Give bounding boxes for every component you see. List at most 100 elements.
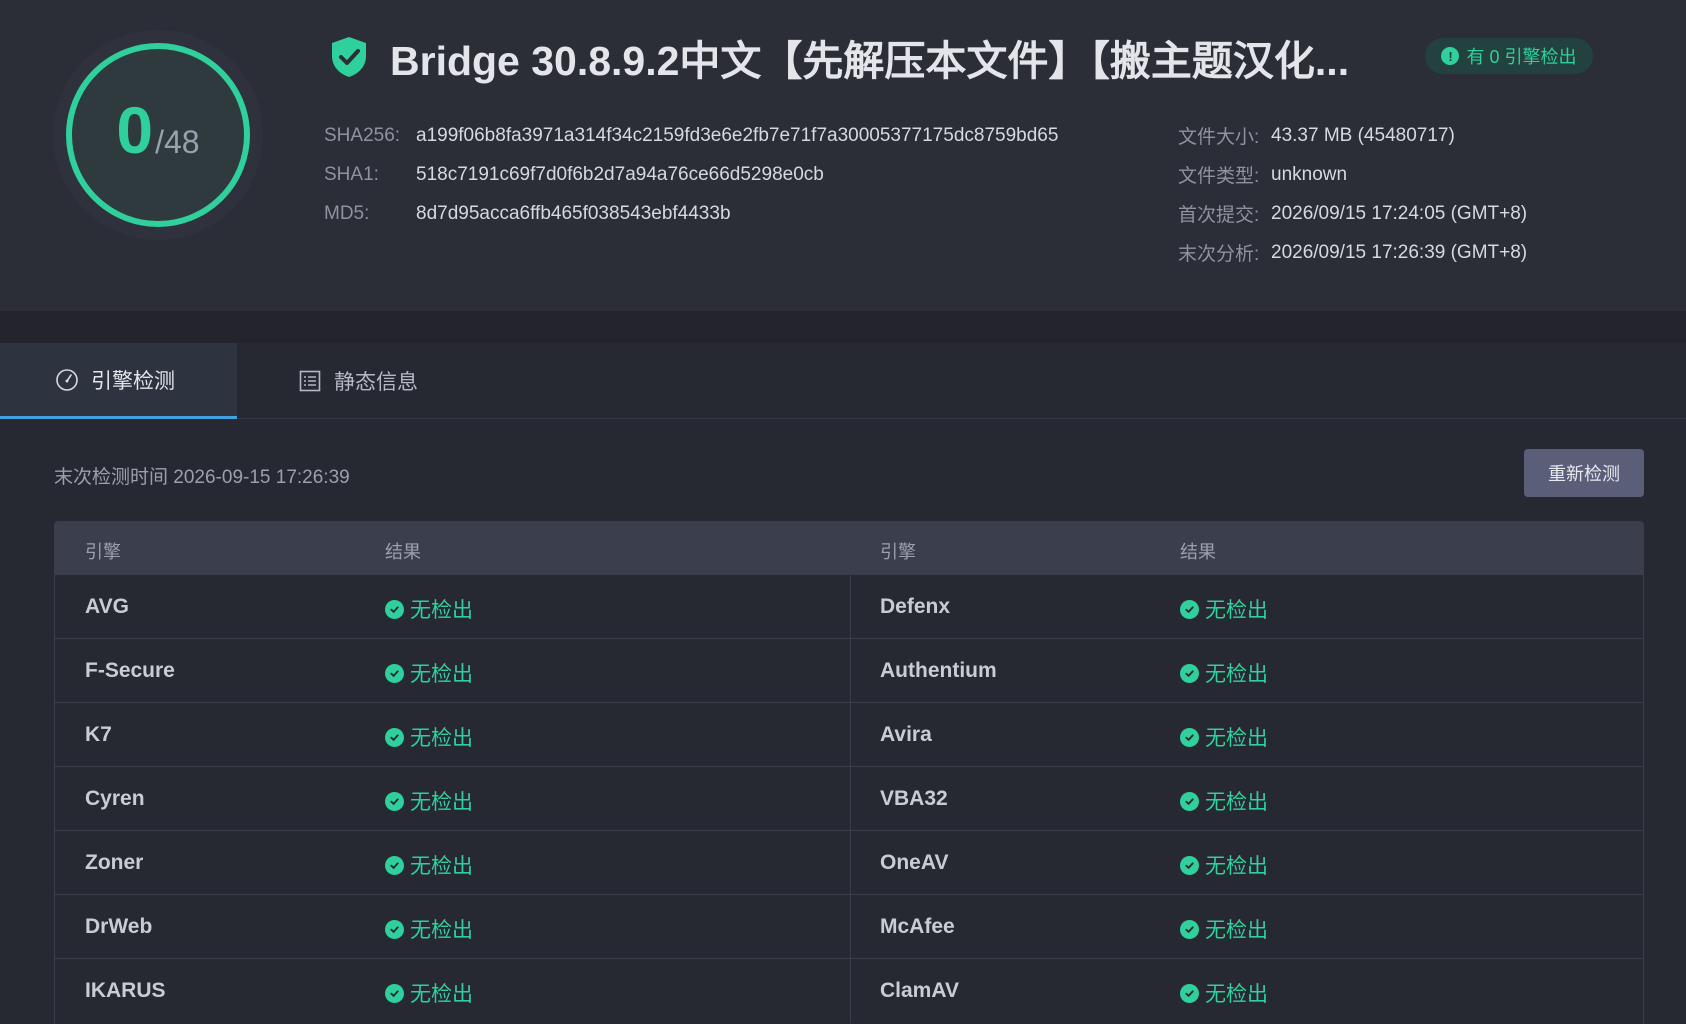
score-detected: 0 bbox=[116, 93, 154, 167]
hash-list: SHA256: a199f06b8fa3971a314f34c2159fd3e6… bbox=[324, 116, 1058, 233]
hash-key: SHA1: bbox=[324, 163, 379, 185]
tab-engine-detection[interactable]: 引擎检测 bbox=[0, 343, 237, 419]
tab-static-info[interactable]: 静态信息 bbox=[298, 343, 418, 419]
tab-bar: 引擎检测 静态信息 bbox=[0, 343, 1686, 419]
result-label: 无检出 bbox=[410, 855, 473, 878]
table-row: F-Secure 无检出 Authentium 无检出 bbox=[55, 638, 1643, 703]
meta-row-last-analysis: 末次分析: 2026/09/15 17:26:39 (GMT+8) bbox=[1178, 233, 1527, 272]
hash-row-sha256: SHA256: a199f06b8fa3971a314f34c2159fd3e6… bbox=[324, 116, 1058, 155]
check-circle-icon bbox=[385, 919, 404, 939]
hash-value: 8d7d95acca6ffb465f038543ebf4433b bbox=[416, 202, 731, 224]
check-circle-icon bbox=[1180, 983, 1199, 1003]
engine-name: Zoner bbox=[85, 851, 144, 874]
file-meta-list: 文件大小: 43.37 MB (45480717) 文件类型: unknown … bbox=[1178, 116, 1527, 272]
engine-name: IKARUS bbox=[85, 979, 166, 1002]
result-label: 无检出 bbox=[1205, 919, 1268, 942]
result-label: 无检出 bbox=[1205, 983, 1268, 1006]
meta-key: 末次分析: bbox=[1178, 244, 1260, 265]
alert-circle-icon: ! bbox=[1441, 47, 1460, 65]
meta-value: 2026/09/15 17:24:05 (GMT+8) bbox=[1271, 202, 1528, 224]
check-circle-icon bbox=[385, 855, 404, 875]
engine-name: K7 bbox=[85, 723, 112, 746]
engine-result: 无检出 bbox=[385, 786, 473, 816]
result-label: 无检出 bbox=[1205, 855, 1268, 878]
rescan-button[interactable]: 重新检测 bbox=[1524, 449, 1644, 497]
file-summary-header: 0 /48 Bridge 30.8.9.2中文【先解压本文件】【搬主题汉化...… bbox=[0, 0, 1686, 311]
detection-badge: ! 有 0 引擎检出 bbox=[1425, 38, 1593, 74]
col-result-right: 结果 bbox=[1180, 542, 1216, 562]
meta-row-first-submit: 首次提交: 2026/09/15 17:24:05 (GMT+8) bbox=[1178, 194, 1527, 233]
detection-score: 0 /48 bbox=[66, 43, 250, 227]
column-divider bbox=[850, 831, 851, 895]
engine-name: OneAV bbox=[880, 851, 949, 874]
col-result-left: 结果 bbox=[385, 542, 421, 562]
title-row: Bridge 30.8.9.2中文【先解压本文件】【搬主题汉化... bbox=[330, 32, 1370, 84]
column-divider bbox=[850, 575, 851, 639]
result-label: 无检出 bbox=[1205, 727, 1268, 750]
result-label: 无检出 bbox=[1205, 791, 1268, 814]
list-icon bbox=[299, 370, 321, 392]
result-label: 无检出 bbox=[410, 599, 473, 622]
engine-name: AVG bbox=[85, 595, 129, 618]
engine-result: 无检出 bbox=[385, 722, 473, 752]
engine-result: 无检出 bbox=[385, 594, 473, 624]
result-label: 无检出 bbox=[410, 983, 473, 1006]
engine-result: 无检出 bbox=[1180, 914, 1268, 944]
hash-row-sha1: SHA1: 518c7191c69f7d0f6b2d7a94a76ce66d52… bbox=[324, 155, 1058, 194]
table-row: Cyren 无检出 VBA32 无检出 bbox=[55, 766, 1643, 831]
engine-name: McAfee bbox=[880, 915, 955, 938]
engine-result: 无检出 bbox=[1180, 594, 1268, 624]
hash-key: SHA256: bbox=[324, 124, 401, 146]
table-header: 引擎 结果 引擎 结果 bbox=[55, 522, 1643, 574]
result-label: 无检出 bbox=[410, 919, 473, 942]
check-circle-icon bbox=[385, 599, 404, 619]
gauge-icon bbox=[56, 368, 78, 391]
engine-name: VBA32 bbox=[880, 787, 948, 810]
check-circle-icon bbox=[385, 983, 404, 1003]
meta-row-size: 文件大小: 43.37 MB (45480717) bbox=[1178, 116, 1527, 155]
column-divider bbox=[850, 895, 851, 959]
table-row: AVG 无检出 Defenx 无检出 bbox=[55, 574, 1643, 639]
check-circle-icon bbox=[385, 663, 404, 683]
badge-label: 有 0 引擎检出 bbox=[1466, 47, 1577, 67]
engine-name: Avira bbox=[880, 723, 932, 746]
result-label: 无检出 bbox=[1205, 663, 1268, 686]
engine-name: Cyren bbox=[85, 787, 145, 810]
engine-result: 无检出 bbox=[1180, 978, 1268, 1008]
engine-result: 无检出 bbox=[1180, 658, 1268, 688]
section-divider-band bbox=[0, 311, 1686, 343]
meta-key: 首次提交: bbox=[1178, 205, 1260, 226]
check-circle-icon bbox=[385, 791, 404, 811]
engine-result: 无检出 bbox=[385, 658, 473, 688]
table-row: Zoner 无检出 OneAV 无检出 bbox=[55, 830, 1643, 895]
last-scan-time: 末次检测时间 2026-09-15 17:26:39 bbox=[54, 467, 350, 488]
engine-name: F-Secure bbox=[85, 659, 175, 682]
check-circle-icon bbox=[1180, 855, 1199, 875]
result-label: 无检出 bbox=[410, 663, 473, 686]
engine-result: 无检出 bbox=[1180, 722, 1268, 752]
engine-name: DrWeb bbox=[85, 915, 153, 938]
check-circle-icon bbox=[385, 727, 404, 747]
table-row: DrWeb 无检出 McAfee 无检出 bbox=[55, 894, 1643, 959]
tab-label: 静态信息 bbox=[334, 371, 418, 394]
column-divider bbox=[850, 639, 851, 703]
check-circle-icon bbox=[1180, 663, 1199, 683]
shield-check-icon bbox=[332, 37, 366, 77]
file-title: Bridge 30.8.9.2中文【先解压本文件】【搬主题汉化... bbox=[390, 38, 1350, 84]
engine-result: 无检出 bbox=[385, 914, 473, 944]
hash-value: a199f06b8fa3971a314f34c2159fd3e6e2fb7e71… bbox=[416, 124, 1059, 146]
result-label: 无检出 bbox=[410, 791, 473, 814]
engine-name: Defenx bbox=[880, 595, 951, 618]
meta-row-type: 文件类型: unknown bbox=[1178, 155, 1527, 194]
score-total: /48 bbox=[155, 124, 200, 160]
hash-value: 518c7191c69f7d0f6b2d7a94a76ce66d5298e0cb bbox=[416, 163, 824, 185]
engine-name: Authentium bbox=[880, 659, 997, 682]
check-circle-icon bbox=[1180, 791, 1199, 811]
col-engine-left: 引擎 bbox=[85, 542, 121, 562]
engine-result: 无检出 bbox=[385, 850, 473, 880]
column-divider bbox=[850, 703, 851, 767]
table-row: IKARUS 无检出 ClamAV 无检出 bbox=[55, 958, 1643, 1023]
column-divider bbox=[850, 959, 851, 1023]
engine-results-table: 引擎 结果 引擎 结果 AVG 无检出 Defenx 无检出 F-Secure 无检出 Au… bbox=[54, 521, 1644, 1024]
engine-result: 无检出 bbox=[385, 978, 473, 1008]
